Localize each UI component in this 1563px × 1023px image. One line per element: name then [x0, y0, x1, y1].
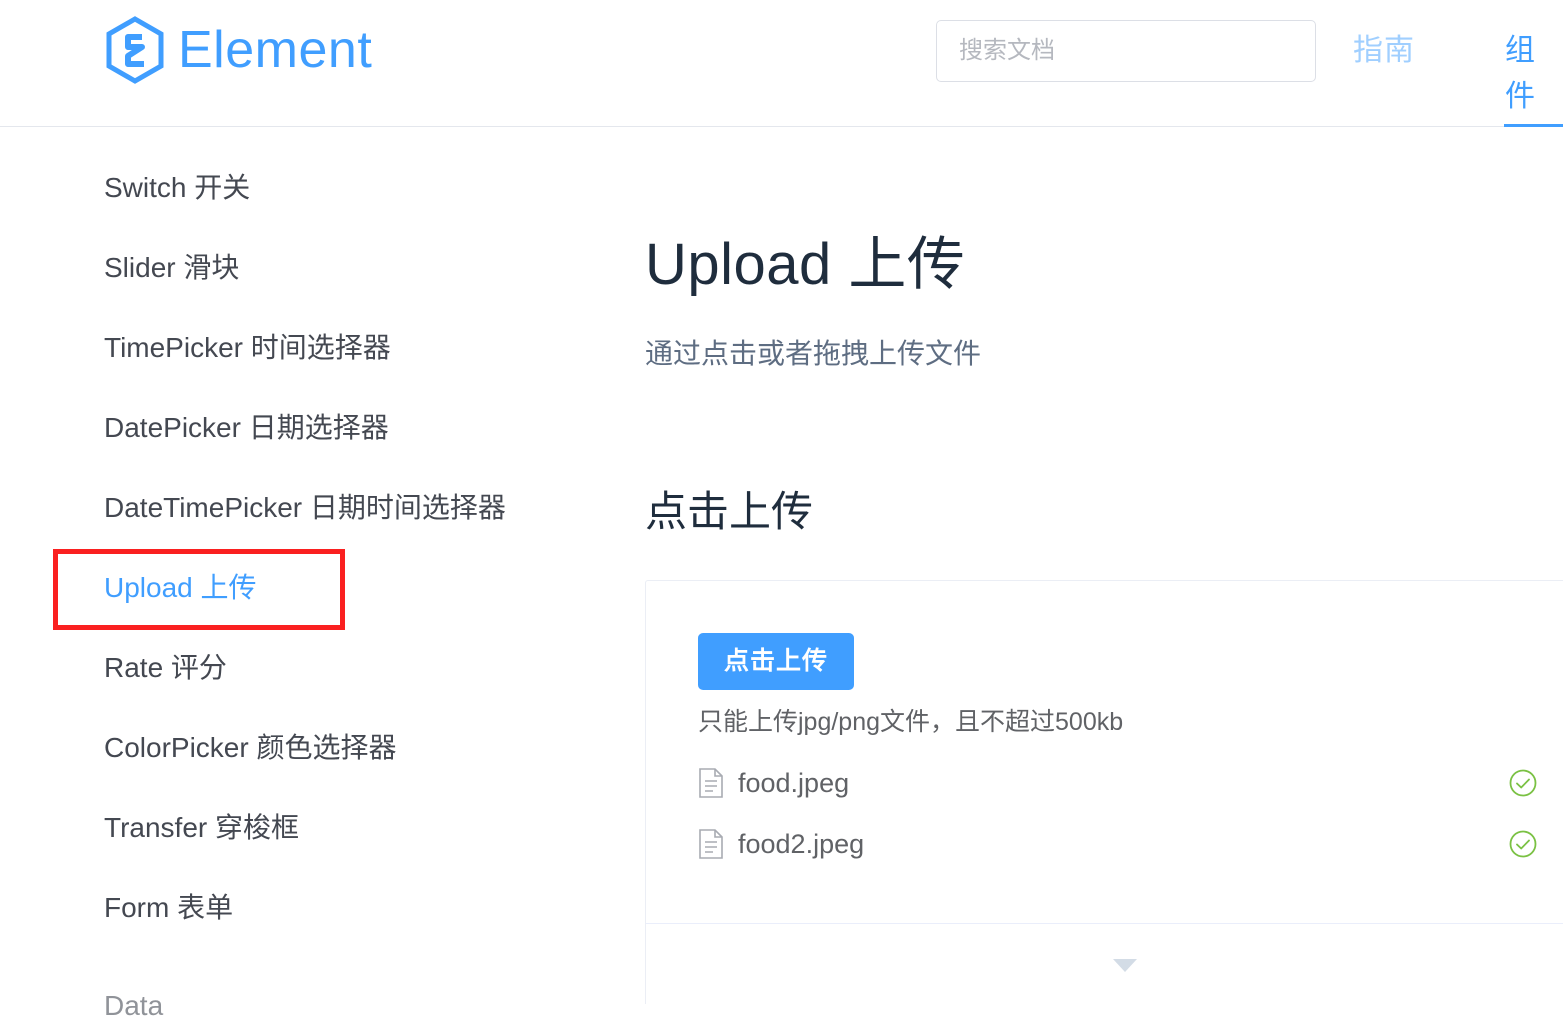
- page-title: Upload 上传: [645, 232, 966, 297]
- site-header: Element 指南 组件: [0, 0, 1563, 128]
- caret-down-icon[interactable]: [646, 924, 1563, 1005]
- main-content: Upload 上传 通过点击或者拖拽上传文件 点击上传 点击上传 只能上传jpg…: [640, 127, 1563, 1004]
- sidebar-item-form[interactable]: Form 表单: [104, 891, 233, 925]
- circle-check-icon: [1508, 768, 1538, 798]
- element-hexagon-logo-icon: [104, 16, 166, 84]
- sidebar-item-timepicker[interactable]: TimePicker 时间选择器: [104, 331, 391, 365]
- search-box[interactable]: [936, 20, 1316, 82]
- demo-card-body: 点击上传 只能上传jpg/png文件，且不超过500kb food.jpeg f…: [646, 581, 1563, 923]
- demo-card-footer: [646, 924, 1563, 1005]
- site-logo-text: Element: [178, 21, 373, 79]
- upload-button[interactable]: 点击上传: [698, 633, 855, 690]
- section-title: 点击上传: [645, 488, 814, 535]
- sidebar-nav: Switch 开关 Slider 滑块 TimePicker 时间选择器 Dat…: [0, 127, 640, 1021]
- file-list-item[interactable]: food.jpeg: [698, 752, 1552, 813]
- nav-link-guide[interactable]: 指南: [1353, 28, 1415, 74]
- file-name: food.jpeg: [738, 767, 850, 798]
- sidebar-item-datetimepicker[interactable]: DateTimePicker 日期时间选择器: [104, 491, 506, 525]
- file-name: food2.jpeg: [738, 828, 865, 859]
- sidebar-item-data[interactable]: Data: [104, 989, 163, 1023]
- uploaded-file-list: food.jpeg food2.jpeg: [698, 752, 1552, 874]
- sidebar-item-datepicker[interactable]: DatePicker 日期选择器: [104, 411, 389, 445]
- upload-tip: 只能上传jpg/png文件，且不超过500kb: [698, 708, 1124, 736]
- page-subtitle: 通过点击或者拖拽上传文件: [645, 338, 982, 369]
- sidebar-item-colorpicker[interactable]: ColorPicker 颜色选择器: [104, 731, 396, 765]
- circle-check-icon: [1508, 829, 1538, 859]
- sidebar-item-switch[interactable]: Switch 开关: [104, 171, 250, 205]
- sidebar-item-transfer[interactable]: Transfer 穿梭框: [104, 811, 299, 845]
- document-icon: [698, 767, 738, 798]
- file-list-item[interactable]: food2.jpeg: [698, 813, 1552, 874]
- sidebar-item-slider[interactable]: Slider 滑块: [104, 251, 239, 285]
- sidebar-item-upload[interactable]: Upload 上传: [104, 571, 257, 605]
- demo-card: 点击上传 只能上传jpg/png文件，且不超过500kb food.jpeg f…: [645, 580, 1563, 1004]
- search-input[interactable]: [936, 20, 1316, 82]
- site-logo[interactable]: Element: [104, 16, 372, 84]
- sidebar-item-rate[interactable]: Rate 评分: [104, 651, 227, 685]
- document-icon: [698, 828, 738, 859]
- nav-link-component[interactable]: 组件: [1505, 28, 1563, 120]
